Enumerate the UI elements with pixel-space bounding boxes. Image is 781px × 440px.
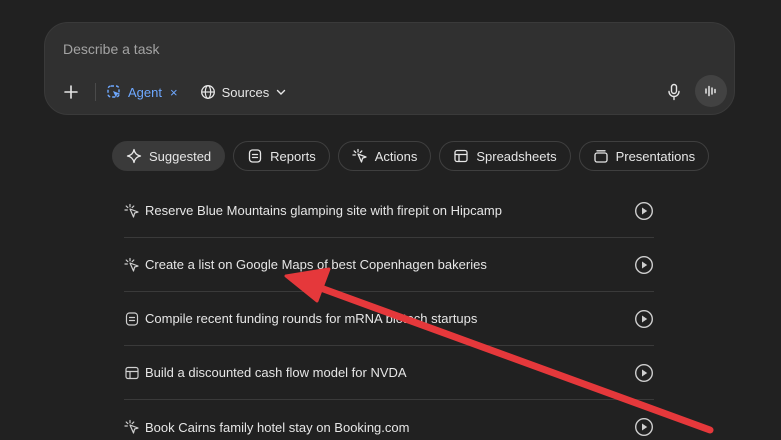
toolbar-divider (95, 83, 96, 101)
task-composer: Agent × Sources (44, 22, 735, 115)
composer-toolbar: Agent × Sources (59, 78, 287, 106)
suggestion-text: Create a list on Google Maps of best Cop… (145, 257, 487, 272)
report-icon (124, 311, 140, 327)
suggestion-text: Compile recent funding rounds for mRNA b… (145, 311, 478, 326)
suggestion-text: Build a discounted cash flow model for N… (145, 365, 407, 380)
report-icon (249, 149, 262, 163)
add-attachment-button[interactable] (59, 80, 83, 104)
waveform-icon (705, 85, 716, 97)
tab-actions[interactable]: Actions (337, 141, 432, 171)
play-icon[interactable] (634, 255, 654, 275)
tab-label: Actions (374, 148, 418, 164)
suggestion-item[interactable]: Reserve Blue Mountains glamping site wit… (124, 184, 654, 238)
tab-label: Reports (270, 148, 316, 164)
magic-cursor-icon (352, 148, 367, 163)
task-input[interactable] (63, 39, 663, 59)
agent-mode-chip[interactable]: Agent × (106, 84, 178, 100)
table-icon (454, 149, 468, 163)
category-tabs: Suggested Reports Actions Spreadsheets P… (112, 141, 710, 171)
tab-label: Presentations (615, 148, 696, 164)
suggestion-item[interactable]: Create a list on Google Maps of best Cop… (124, 238, 654, 292)
sources-dropdown[interactable]: Sources (200, 84, 288, 100)
tab-reports[interactable]: Reports (233, 141, 330, 171)
microphone-button[interactable] (661, 79, 687, 105)
play-icon[interactable] (634, 417, 654, 437)
tab-presentations[interactable]: Presentations (578, 141, 710, 171)
suggestion-text: Book Cairns family hotel stay on Booking… (145, 419, 410, 435)
magic-cursor-icon (124, 257, 140, 273)
page: Agent × Sources (0, 0, 781, 440)
tab-spreadsheets[interactable]: Spreadsheets (439, 141, 571, 171)
suggestion-list: Reserve Blue Mountains glamping site wit… (124, 184, 654, 440)
sources-label: Sources (221, 84, 270, 100)
agent-label: Agent (128, 84, 162, 100)
play-icon[interactable] (634, 363, 654, 383)
sparkle-icon (126, 148, 142, 164)
remove-agent-button[interactable]: × (170, 85, 178, 100)
microphone-icon (668, 83, 680, 101)
suggestion-item[interactable]: Book Cairns family hotel stay on Booking… (124, 400, 654, 440)
chevron-down-icon (277, 89, 286, 95)
tab-label: Suggested (149, 148, 212, 164)
suggestion-item[interactable]: Build a discounted cash flow model for N… (124, 346, 654, 400)
agent-cursor-icon (107, 85, 120, 98)
magic-cursor-icon (124, 419, 140, 435)
play-icon[interactable] (634, 309, 654, 329)
magic-cursor-icon (124, 203, 140, 219)
slides-icon (593, 150, 608, 163)
voice-mode-button[interactable] (695, 75, 727, 107)
table-icon (124, 365, 140, 381)
suggestion-item[interactable]: Compile recent funding rounds for mRNA b… (124, 292, 654, 346)
plus-icon (64, 85, 78, 99)
tab-label: Spreadsheets (476, 148, 557, 164)
globe-icon (200, 85, 215, 99)
suggestion-text: Reserve Blue Mountains glamping site wit… (145, 203, 502, 218)
play-icon[interactable] (634, 201, 654, 221)
tab-suggested[interactable]: Suggested (112, 141, 226, 171)
